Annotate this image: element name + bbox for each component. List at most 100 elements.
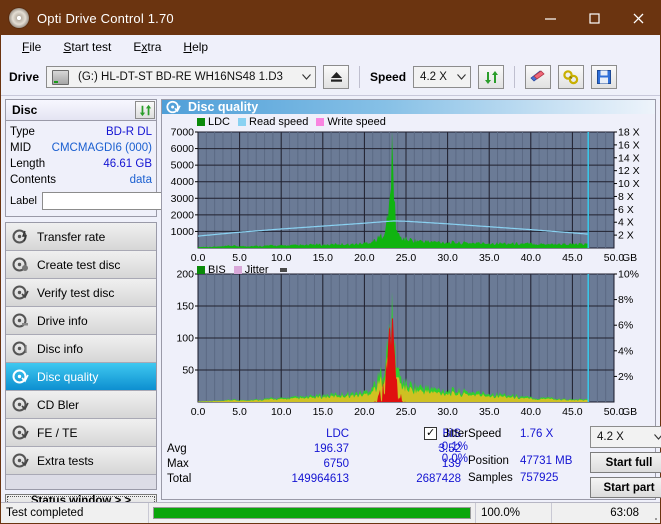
tools-button[interactable] (558, 65, 584, 89)
sidebar-item-fe-te[interactable]: FE / TE (6, 419, 156, 447)
speed-row: Speed 1.76 X (468, 426, 582, 441)
disc-verify-icon (12, 285, 30, 301)
disc-panel-title: Disc (12, 103, 37, 117)
disc-row-contents: Contents data (10, 172, 152, 188)
svg-text:150: 150 (176, 301, 194, 313)
disc-row-value: BD-R DL (106, 126, 152, 138)
sidebar-item-drive-info[interactable]: Drive info (6, 307, 156, 335)
disc-rate-icon (12, 229, 30, 245)
samples-key: Samples (468, 472, 520, 484)
speed-select[interactable]: 4.2 X (413, 66, 471, 88)
svg-text:0.0: 0.0 (191, 252, 206, 264)
disc-row-value: data (130, 174, 152, 186)
start-part-button[interactable]: Start part (590, 477, 661, 498)
menu-file[interactable]: File (11, 38, 52, 56)
svg-text:GB: GB (622, 406, 637, 418)
svg-text:2000: 2000 (171, 209, 195, 221)
start-full-button[interactable]: Start full (590, 452, 661, 473)
menu-help[interactable]: Help (172, 38, 219, 56)
jitter-label: Jitter (443, 428, 468, 440)
svg-text:10%: 10% (618, 270, 639, 281)
jitter-header: ✓ Jitter (424, 426, 468, 441)
svg-text:5000: 5000 (171, 160, 195, 172)
sidebar-item-label: CD Bler (37, 398, 79, 412)
disc-extra-icon (12, 453, 30, 469)
svg-text:3000: 3000 (171, 193, 195, 205)
sidebar-item-disc-quality[interactable]: Disc quality (6, 363, 156, 391)
disc-panel: Disc Type BD-R DL MID CMCMAGDI6 (000) Le… (5, 99, 157, 217)
sidebar-item-label: Transfer rate (37, 230, 105, 244)
menu-extra[interactable]: Extra (122, 38, 172, 56)
speed-key: Speed (468, 428, 520, 440)
svg-text:7000: 7000 (171, 128, 195, 139)
maximize-button[interactable] (572, 1, 616, 35)
content-area: Disc Type BD-R DL MID CMCMAGDI6 (000) Le… (1, 96, 660, 502)
svg-text:35.0: 35.0 (479, 406, 500, 418)
legend-entry-ldc: LDC (197, 116, 230, 128)
resize-grip[interactable] (644, 503, 660, 523)
test-speed-select[interactable]: 4.2 X (590, 426, 661, 448)
close-button[interactable] (616, 1, 660, 35)
svg-text:16 X: 16 X (618, 139, 640, 151)
charts-container: LDC Read speed Write speed 1000 2000 3000 4… (162, 114, 655, 422)
disc-quality-panel: Disc quality LDC Read speed Write speed … (161, 99, 656, 500)
progress-bar-cell (149, 503, 476, 523)
svg-text:6%: 6% (618, 320, 633, 332)
sidebar-item-extra-tests[interactable]: Extra tests (6, 447, 156, 475)
svg-text:12 X: 12 X (618, 165, 640, 177)
disc-label-key: Label (10, 195, 37, 207)
legend-entry-read-speed: Read speed (238, 116, 308, 128)
svg-text:15.0: 15.0 (313, 406, 334, 418)
status-bar: Test completed 100.0% 63:08 (1, 502, 660, 523)
disc-row-type: Type BD-R DL (10, 124, 152, 140)
svg-text:200: 200 (176, 270, 194, 281)
minimize-button[interactable] (528, 1, 572, 35)
save-button[interactable] (591, 65, 617, 89)
disc-fete-icon (12, 425, 30, 441)
legend-label: BIS (208, 264, 226, 276)
legend-swatch-icon (197, 266, 205, 274)
app-disc-icon (9, 8, 29, 28)
sidebar-item-label: Drive info (37, 314, 88, 328)
window-title: Opti Drive Control 1.70 (37, 11, 174, 26)
sidebar-item-cd-bler[interactable]: CD Bler (6, 391, 156, 419)
disc-info-icon (12, 341, 30, 357)
legend-entry-bis: BIS (197, 264, 226, 276)
ldc-chart-legend: LDC Read speed Write speed (197, 116, 390, 128)
legend-swatch-icon (316, 118, 324, 126)
sidebar-item-label: Disc info (37, 342, 83, 356)
svg-text:18 X: 18 X (618, 128, 640, 139)
position-value: 47731 MB (520, 455, 582, 467)
speed-label: Speed (370, 70, 406, 84)
sidebar-item-disc-info[interactable]: Disc info (6, 335, 156, 363)
position-row: Position 47731 MB (468, 453, 582, 468)
legend-label: Jitter (245, 264, 269, 276)
svg-text:30.0: 30.0 (437, 252, 458, 264)
nav-filler (6, 475, 156, 489)
sidebar-item-verify-test-disc[interactable]: Verify test disc (6, 279, 156, 307)
eject-button[interactable] (323, 65, 349, 89)
sidebar-item-label: Verify test disc (37, 286, 114, 300)
sidebar-item-create-test-disc[interactable]: Create test disc (6, 251, 156, 279)
col-header-ldc: LDC (212, 426, 352, 441)
menu-start-test[interactable]: Start test (52, 38, 122, 56)
drive-select[interactable]: (G:) HL-DT-ST BD-RE WH16NS48 1.D3 (46, 66, 316, 88)
svg-text:8 X: 8 X (618, 191, 634, 203)
erase-button[interactable] (525, 65, 551, 89)
sidebar-item-transfer-rate[interactable]: Transfer rate (6, 223, 156, 251)
position-key: Position (468, 455, 520, 467)
svg-text:30.0: 30.0 (437, 406, 458, 418)
disc-refresh-button[interactable] (135, 101, 155, 119)
sidebar-item-label: FE / TE (37, 426, 77, 440)
svg-text:8%: 8% (618, 294, 633, 306)
jitter-checkbox[interactable]: ✓ (424, 427, 437, 440)
sidebar: Disc Type BD-R DL MID CMCMAGDI6 (000) Le… (1, 96, 161, 502)
legend-entry-write-speed: Write speed (316, 116, 386, 128)
drive-select-value: (G:) HL-DT-ST BD-RE WH16NS48 1.D3 (72, 71, 289, 83)
drive-label: Drive (9, 70, 39, 84)
refresh-button[interactable] (478, 65, 504, 89)
sidebar-item-label: Create test disc (37, 258, 120, 272)
disc-create-icon (12, 257, 30, 273)
disc-row-value: CMCMAGDI6 (000) (52, 142, 152, 154)
svg-text:25.0: 25.0 (396, 252, 417, 264)
